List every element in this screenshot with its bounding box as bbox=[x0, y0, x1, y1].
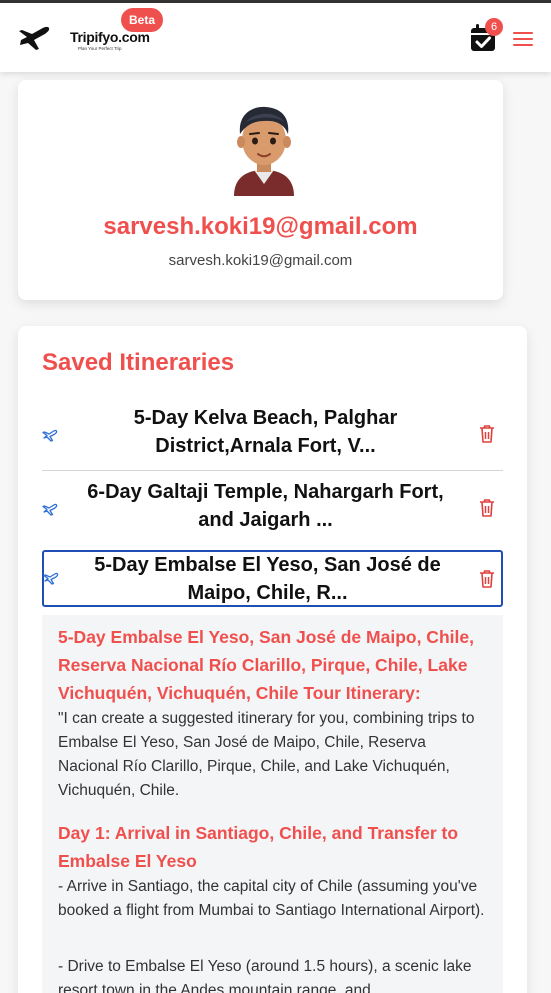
trash-icon[interactable] bbox=[479, 498, 495, 517]
profile-name: sarvesh.koki19@gmail.com bbox=[103, 213, 418, 240]
itinerary-title[interactable]: 6-Day Galtaji Temple, Nahargarh Fort, an… bbox=[78, 478, 453, 534]
logo-tagline: Plan Your Perfect Trip bbox=[78, 46, 122, 51]
airplane-icon bbox=[43, 572, 59, 585]
itinerary-detail-panel: 5-Day Embalse El Yeso, San José de Maipo… bbox=[42, 615, 503, 993]
profile-email: sarvesh.koki19@gmail.com bbox=[168, 252, 353, 269]
itinerary-detail-intro: "I can create a suggested itinerary for … bbox=[58, 710, 475, 799]
itinerary-item-selected[interactable]: 5-Day Embalse El Yeso, San José de Maipo… bbox=[42, 550, 503, 607]
itinerary-item[interactable]: 6-Day Galtaji Temple, Nahargarh Fort, an… bbox=[42, 477, 503, 545]
hamburger-menu-button[interactable] bbox=[510, 27, 536, 51]
top-navbar: Tripifyo.com Plan Your Perfect Trip Beta… bbox=[0, 0, 551, 72]
day-heading: Day 1: Arrival in Santiago, Chile, and T… bbox=[58, 823, 459, 871]
airplane-logo-icon bbox=[19, 26, 50, 50]
itinerary-item[interactable]: 5-Day Kelva Beach, Palghar District,Arna… bbox=[42, 403, 503, 471]
day-paragraph: - Drive to Embalse El Yeso (around 1.5 h… bbox=[58, 958, 472, 993]
trash-icon[interactable] bbox=[479, 569, 495, 588]
itinerary-title[interactable]: 5-Day Embalse El Yeso, San José de Maipo… bbox=[80, 551, 455, 607]
profile-card: sarvesh.koki19@gmail.com sarvesh.koki19@… bbox=[18, 80, 503, 300]
saved-itineraries-card: Saved Itineraries 5-Day Kelva Beach, Pal… bbox=[18, 326, 527, 993]
trash-icon[interactable] bbox=[479, 424, 495, 443]
hamburger-menu-icon bbox=[513, 32, 533, 46]
saved-itineraries-heading: Saved Itineraries bbox=[42, 349, 235, 376]
airplane-icon bbox=[42, 429, 58, 442]
itinerary-title[interactable]: 5-Day Kelva Beach, Palghar District,Arna… bbox=[78, 404, 453, 460]
saved-trips-count-badge: 6 bbox=[485, 18, 503, 36]
airplane-icon bbox=[42, 503, 58, 516]
itinerary-detail-title: 5-Day Embalse El Yeso, San José de Maipo… bbox=[58, 627, 474, 703]
beta-badge: Beta bbox=[121, 8, 164, 32]
day-paragraph: - Arrive in Santiago, the capital city o… bbox=[58, 878, 485, 919]
avatar bbox=[234, 106, 294, 196]
